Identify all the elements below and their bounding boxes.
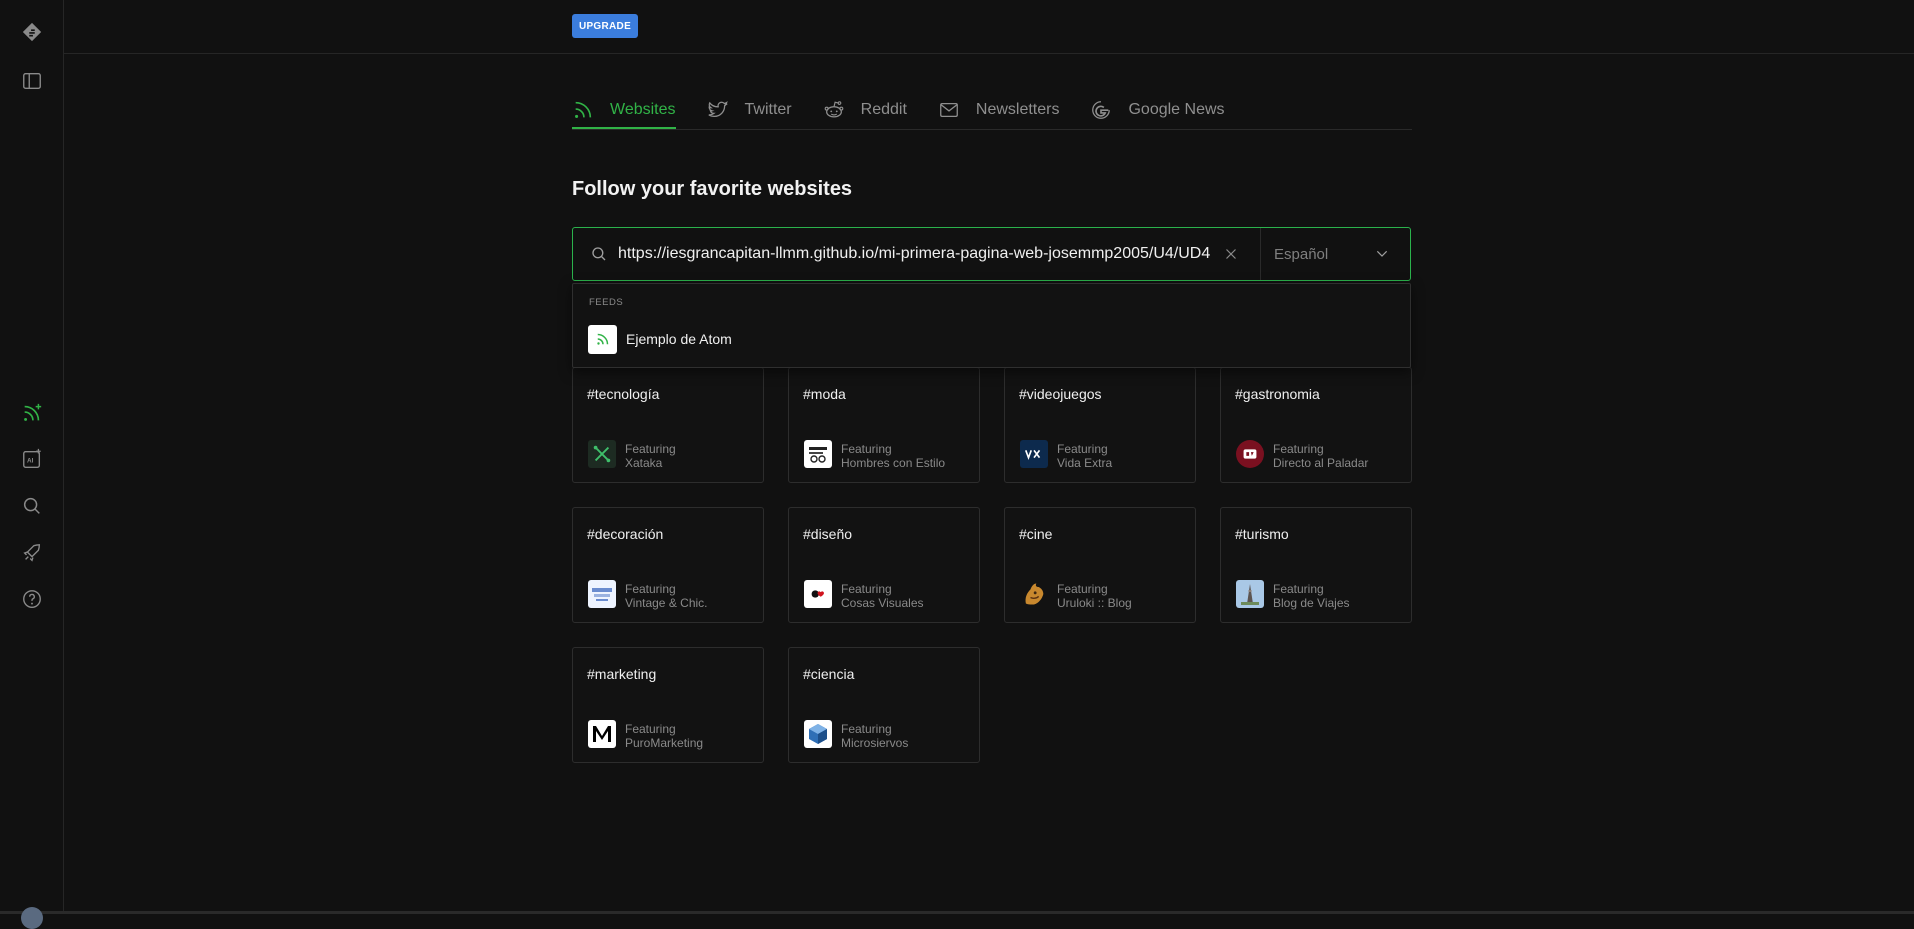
featuring-label: Featuring bbox=[841, 722, 892, 736]
feeds-section-label: FEEDS bbox=[589, 297, 624, 308]
featured-site: Cosas Visuales bbox=[841, 596, 924, 610]
clear-search-button[interactable] bbox=[1216, 239, 1246, 269]
category-card-cine[interactable]: #cine Featuring Uruloki :: Blog bbox=[1004, 507, 1196, 623]
microsiervos-logo-icon bbox=[804, 720, 832, 748]
search-box: Español bbox=[572, 227, 1411, 281]
page-title: Follow your favorite websites bbox=[572, 178, 853, 200]
featuring-label: Featuring bbox=[1057, 442, 1108, 456]
category-tag: #marketing bbox=[587, 666, 657, 682]
category-card-moda[interactable]: #moda Featuring Hombres con Estilo bbox=[788, 367, 980, 483]
tab-websites[interactable]: Websites bbox=[572, 92, 676, 129]
featuring-label: Featuring bbox=[841, 442, 892, 456]
ai-feed-icon[interactable]: AI bbox=[17, 444, 47, 474]
category-card-videojuegos[interactable]: #videojuegos Featuring Vida Extra bbox=[1004, 367, 1196, 483]
featured-site: Vintage & Chic. bbox=[625, 596, 708, 610]
featured-site: Uruloki :: Blog bbox=[1057, 596, 1132, 610]
svg-text:AI: AI bbox=[27, 458, 34, 465]
featured-site: Directo al Paladar bbox=[1273, 456, 1369, 470]
category-card-turismo[interactable]: #turismo Featuring Blog de Viajes bbox=[1220, 507, 1412, 623]
cosas-visuales-logo-icon bbox=[804, 580, 832, 608]
featured-site: Blog de Viajes bbox=[1273, 596, 1350, 610]
featuring-label: Featuring bbox=[625, 442, 676, 456]
featured-site: PuroMarketing bbox=[625, 736, 704, 750]
category-card-diseno[interactable]: #diseño Featuring Cosas Visuales bbox=[788, 507, 980, 623]
vida-extra-logo-icon bbox=[1020, 440, 1048, 468]
search-icon bbox=[592, 247, 606, 261]
twitter-icon bbox=[708, 101, 728, 118]
rocket-icon[interactable] bbox=[17, 538, 47, 568]
puromarketing-logo-icon bbox=[588, 720, 616, 748]
featuring-label: Featuring bbox=[625, 722, 676, 736]
tab-label: Newsletters bbox=[975, 101, 1060, 118]
tab-google-news[interactable]: Google News bbox=[1090, 92, 1225, 128]
featured-site: Microsiervos bbox=[841, 736, 909, 750]
featuring-label: Featuring bbox=[841, 582, 892, 596]
category-card-ciencia[interactable]: #ciencia Featuring Microsiervos bbox=[788, 647, 980, 763]
featuring-label: Featuring bbox=[1057, 582, 1108, 596]
hombres-con-estilo-logo-icon bbox=[804, 440, 832, 468]
url-search-input[interactable] bbox=[618, 239, 1212, 269]
help-icon[interactable] bbox=[17, 584, 47, 614]
featuring-label: Featuring bbox=[1273, 582, 1324, 596]
directo-al-paladar-logo-icon bbox=[1236, 440, 1264, 468]
add-feed-icon[interactable] bbox=[17, 398, 47, 428]
rss-feed-icon bbox=[588, 324, 617, 354]
uruloki-logo-icon bbox=[1020, 580, 1048, 608]
tab-label: Reddit bbox=[860, 101, 907, 118]
language-select[interactable]: Español bbox=[1260, 228, 1410, 280]
category-card-tecnologia[interactable]: #tecnología Featuring Xataka bbox=[572, 367, 764, 483]
category-tag: #diseño bbox=[803, 526, 853, 542]
reddit-icon bbox=[824, 101, 843, 118]
feed-suggestion-label: Ejemplo de Atom bbox=[626, 331, 732, 347]
close-icon bbox=[1226, 249, 1236, 259]
feedly-logo-icon[interactable] bbox=[17, 17, 47, 47]
category-card-decoracion[interactable]: #decoración Featuring Vintage & Chic. bbox=[572, 507, 764, 623]
category-tag: #turismo bbox=[1235, 526, 1289, 542]
search-icon[interactable] bbox=[17, 491, 47, 521]
category-tag: #tecnología bbox=[587, 386, 660, 402]
category-card-marketing[interactable]: #marketing Featuring PuroMarketing bbox=[572, 647, 764, 763]
category-tag: #gastronomia bbox=[1235, 386, 1320, 402]
category-tag: #ciencia bbox=[803, 666, 855, 682]
category-tag: #videojuegos bbox=[1019, 386, 1102, 402]
tab-label: Google News bbox=[1128, 101, 1225, 118]
xataka-logo-icon bbox=[588, 440, 616, 468]
top-bar bbox=[64, 0, 1914, 54]
category-tag: #moda bbox=[803, 386, 846, 402]
category-tag: #cine bbox=[1019, 526, 1053, 542]
featuring-label: Featuring bbox=[1273, 442, 1324, 456]
language-label: Español bbox=[1274, 245, 1329, 263]
avatar[interactable] bbox=[21, 907, 43, 929]
featured-site: Xataka bbox=[625, 456, 663, 470]
source-tabs: Websites Twitter Reddit Newsletters Goog… bbox=[572, 92, 1412, 130]
featured-site: Vida Extra bbox=[1057, 456, 1113, 470]
tab-twitter[interactable]: Twitter bbox=[707, 92, 792, 128]
vintage-chic-logo-icon bbox=[588, 580, 616, 608]
mail-icon bbox=[939, 102, 958, 118]
featured-site: Hombres con Estilo bbox=[841, 456, 946, 470]
chevron-down-icon bbox=[1376, 250, 1388, 257]
blog-de-viajes-logo-icon bbox=[1236, 580, 1264, 608]
left-sidebar: AI bbox=[0, 0, 64, 914]
google-icon bbox=[1092, 101, 1111, 119]
upgrade-button[interactable]: UPGRADE bbox=[572, 14, 638, 38]
panel-toggle-icon[interactable] bbox=[17, 66, 47, 96]
feed-suggestions-dropdown: FEEDS Ejemplo de Atom bbox=[572, 283, 1411, 368]
tab-label: Twitter bbox=[744, 101, 792, 118]
tab-newsletters[interactable]: Newsletters bbox=[938, 92, 1060, 128]
tab-label: Websites bbox=[610, 101, 676, 118]
rss-icon bbox=[575, 101, 592, 118]
category-tag: #decoración bbox=[587, 526, 664, 542]
category-card-gastronomia[interactable]: #gastronomia Featuring Directo al Paladar bbox=[1220, 367, 1412, 483]
feed-suggestion-item[interactable]: Ejemplo de Atom bbox=[588, 324, 1395, 354]
featuring-label: Featuring bbox=[625, 582, 676, 596]
tab-reddit[interactable]: Reddit bbox=[823, 92, 907, 128]
